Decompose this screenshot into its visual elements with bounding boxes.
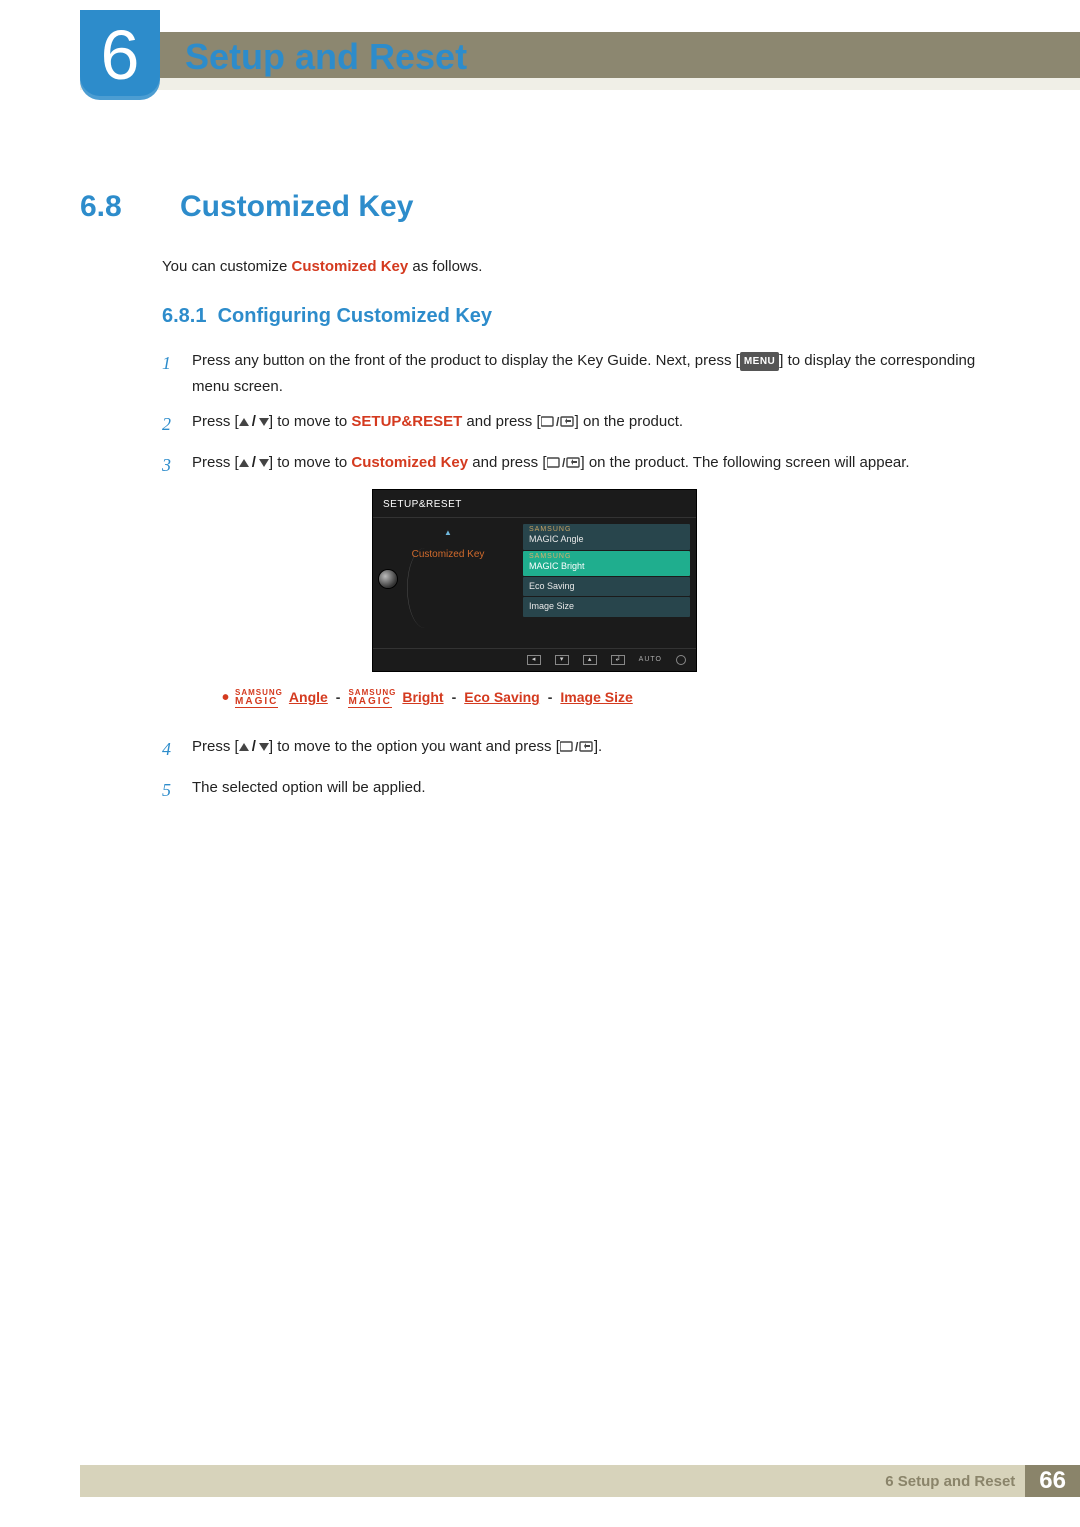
- osd-up-indicator-icon: ▲: [379, 526, 517, 540]
- osd-enter-icon: ↲: [611, 655, 625, 665]
- step-3: 3 Press [/] to move to Customized Key an…: [162, 450, 995, 724]
- step-1: 1 Press any button on the front of the p…: [162, 348, 995, 399]
- step-4-num: 4: [162, 734, 180, 765]
- svg-text:/: /: [556, 416, 560, 428]
- osd-right-pane: SAMSUNGMAGIC Angle SAMSUNGMAGIC Bright E…: [523, 518, 696, 648]
- step-4: 4 Press [/] to move to the option you wa…: [162, 734, 995, 765]
- footer-band: 6 Setup and Reset 66: [80, 1465, 1080, 1497]
- enter-icon: /: [547, 454, 581, 471]
- section-number: 6.8: [80, 190, 150, 224]
- osd-left-pane: ▲ Customized Key: [373, 518, 523, 648]
- step-2: 2 Press [/] to move to SETUP&RESET and p…: [162, 409, 995, 440]
- menu-icon: MENU: [740, 352, 779, 371]
- osd-footer: ◂ ▾ ▴ ↲ AUTO: [373, 648, 696, 671]
- step-1-text: Press any button on the front of the pro…: [192, 348, 995, 399]
- step-3-num: 3: [162, 450, 180, 724]
- intro-highlight: Customized Key: [292, 258, 409, 275]
- osd-power-icon: [676, 655, 686, 665]
- footer-text: 6 Setup and Reset: [885, 1473, 1025, 1490]
- osd-down-icon: ▾: [555, 655, 569, 665]
- osd-arc-icon: [407, 548, 443, 628]
- option-image-size: Image Size: [560, 686, 632, 710]
- osd-screenshot: SETUP&RESET ▲ Customized Key SAMSUNGMAGI…: [372, 489, 697, 672]
- osd-option-selected: SAMSUNGMAGIC Bright: [523, 551, 690, 576]
- step-1-num: 1: [162, 348, 180, 399]
- osd-option: Image Size: [523, 597, 690, 616]
- samsung-magic-logo: SAMSUNG MAGIC: [235, 689, 283, 708]
- steps-list: 1 Press any button on the front of the p…: [162, 348, 995, 815]
- options-summary: • SAMSUNG MAGIC Angle - SAMSUNG MAGIC Br…: [222, 686, 910, 710]
- subsection-number: 6.8.1: [162, 305, 206, 327]
- osd-auto-label: AUTO: [639, 654, 662, 666]
- up-down-icon: /: [239, 450, 269, 476]
- section-title: Customized Key: [180, 190, 413, 224]
- bullet-icon: •: [222, 688, 229, 708]
- svg-text:/: /: [575, 741, 579, 753]
- step-2-num: 2: [162, 409, 180, 440]
- section-heading: 6.8 Customized Key: [80, 190, 995, 224]
- step-3-hl: Customized Key: [351, 454, 468, 471]
- up-down-icon: /: [239, 734, 269, 760]
- step-3-text: Press [/] to move to Customized Key and …: [192, 450, 910, 724]
- intro-post: as follows.: [408, 258, 482, 275]
- osd-option: Eco Saving: [523, 577, 690, 596]
- step-4-text: Press [/] to move to the option you want…: [192, 734, 602, 765]
- osd-up-icon: ▴: [583, 655, 597, 665]
- osd-left-item: Customized Key: [379, 546, 517, 563]
- osd-dial-icon: [379, 570, 397, 588]
- option-eco: Eco Saving: [464, 686, 539, 710]
- step-2-text: Press [/] to move to SETUP&RESET and pre…: [192, 409, 683, 440]
- enter-icon: /: [560, 738, 594, 755]
- chapter-title: Setup and Reset: [185, 36, 467, 78]
- footer-page-number: 66: [1025, 1465, 1080, 1497]
- intro-pre: You can customize: [162, 258, 292, 275]
- step-2-hl: SETUP&RESET: [351, 413, 462, 430]
- chapter-number-badge: 6: [80, 10, 160, 100]
- step-5-text: The selected option will be applied.: [192, 775, 425, 806]
- intro-text: You can customize Customized Key as foll…: [162, 255, 995, 279]
- subsection-title: Configuring Customized Key: [218, 305, 492, 327]
- up-down-icon: /: [239, 409, 269, 435]
- subsection-heading: 6.8.1 Configuring Customized Key: [162, 305, 492, 328]
- samsung-magic-logo: SAMSUNG MAGIC: [348, 689, 396, 708]
- option-angle: Angle: [289, 686, 328, 710]
- osd-option: SAMSUNGMAGIC Angle: [523, 524, 690, 549]
- option-bright: Bright: [402, 686, 443, 710]
- osd-back-icon: ◂: [527, 655, 541, 665]
- enter-icon: /: [541, 413, 575, 430]
- osd-header: SETUP&RESET: [373, 490, 696, 518]
- svg-text:/: /: [562, 457, 566, 469]
- step-5: 5 The selected option will be applied.: [162, 775, 995, 806]
- step-5-num: 5: [162, 775, 180, 806]
